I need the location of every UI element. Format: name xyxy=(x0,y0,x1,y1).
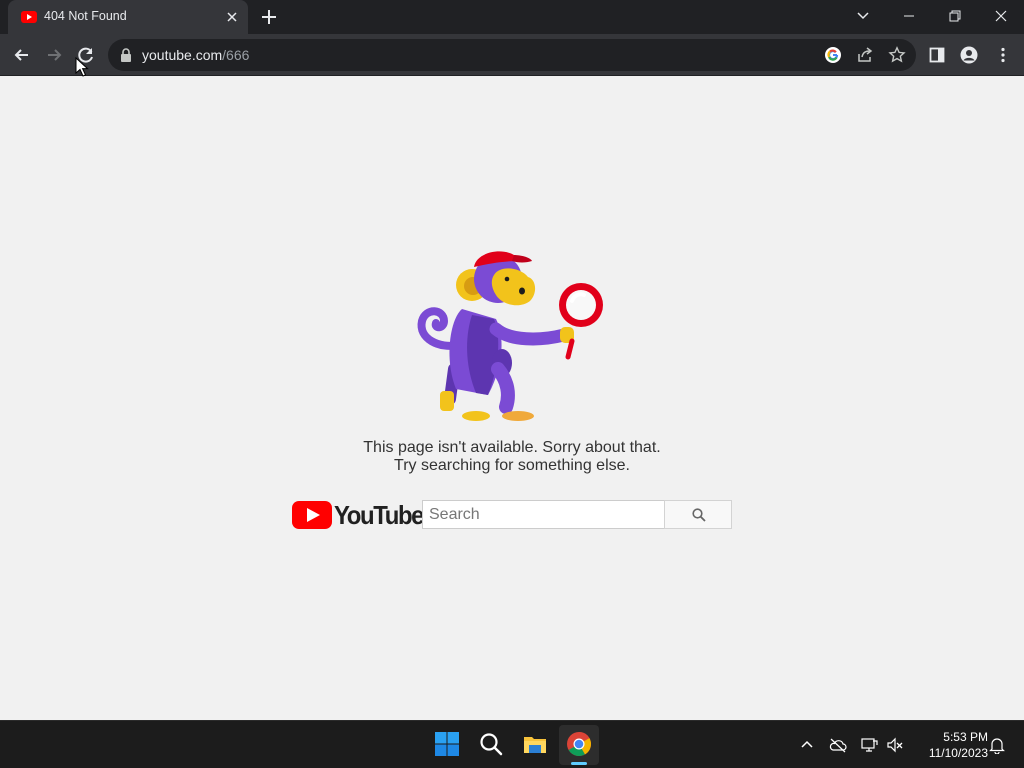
bell-icon[interactable] xyxy=(988,736,1006,754)
monkey-illustration xyxy=(417,251,603,421)
network-icon[interactable] xyxy=(860,736,878,754)
google-lens-icon[interactable] xyxy=(824,46,842,64)
search-icon[interactable] xyxy=(478,731,504,757)
kebab-menu-icon[interactable] xyxy=(994,46,1012,64)
error-message-line1: This page isn't available. Sorry about t… xyxy=(363,439,661,456)
url-path: /666 xyxy=(222,47,250,63)
clock-time: 5:53 PM xyxy=(943,730,988,744)
mouse-cursor-icon xyxy=(75,57,89,77)
url-text[interactable]: youtube.com/666 xyxy=(142,47,249,63)
active-app-indicator xyxy=(571,762,587,765)
magnifier-icon xyxy=(692,508,706,522)
tab-title: 404 Not Found xyxy=(44,9,127,23)
chevron-up-icon[interactable] xyxy=(798,736,816,754)
address-bar[interactable]: youtube.com/666 xyxy=(108,39,916,71)
youtube-wordmark: YouTube xyxy=(334,500,424,530)
minimize-icon[interactable] xyxy=(900,7,918,25)
windows-taskbar: 5:53 PM 11/10/2023 xyxy=(0,720,1024,768)
system-clock[interactable]: 5:53 PM 11/10/2023 xyxy=(912,729,988,761)
youtube-logo[interactable]: YouTube xyxy=(292,500,424,530)
restore-icon[interactable] xyxy=(946,7,964,25)
clock-date: 11/10/2023 xyxy=(928,746,988,760)
volume-muted-icon[interactable] xyxy=(886,736,904,754)
error-page: This page isn't available. Sorry about t… xyxy=(0,77,1024,720)
side-panel-icon[interactable] xyxy=(928,46,946,64)
search-button[interactable] xyxy=(664,500,732,529)
close-icon[interactable] xyxy=(992,7,1010,25)
back-arrow-icon[interactable] xyxy=(12,45,32,65)
windows-start-icon[interactable] xyxy=(434,731,460,757)
file-explorer-icon[interactable] xyxy=(522,731,548,757)
plus-icon[interactable] xyxy=(260,8,278,26)
youtube-favicon-icon xyxy=(21,11,37,23)
url-host: youtube.com xyxy=(142,47,223,63)
tab-404-not-found[interactable]: 404 Not Found xyxy=(8,0,248,34)
youtube-play-icon xyxy=(292,501,332,529)
error-message-line2: Try searching for something else. xyxy=(394,457,630,474)
search-input[interactable] xyxy=(422,500,665,529)
tab-close-icon[interactable] xyxy=(224,9,240,25)
forward-arrow-icon[interactable] xyxy=(44,45,64,65)
tab-search-icon[interactable] xyxy=(854,7,872,25)
profile-icon[interactable] xyxy=(960,46,978,64)
share-icon[interactable] xyxy=(856,46,874,64)
tab-strip: 404 Not Found xyxy=(0,0,1024,34)
browser-toolbar: youtube.com/666 xyxy=(0,34,1024,76)
onedrive-offline-icon[interactable] xyxy=(829,736,847,754)
chrome-icon[interactable] xyxy=(566,731,592,757)
lock-icon[interactable] xyxy=(120,48,132,62)
bookmark-star-icon[interactable] xyxy=(888,46,906,64)
